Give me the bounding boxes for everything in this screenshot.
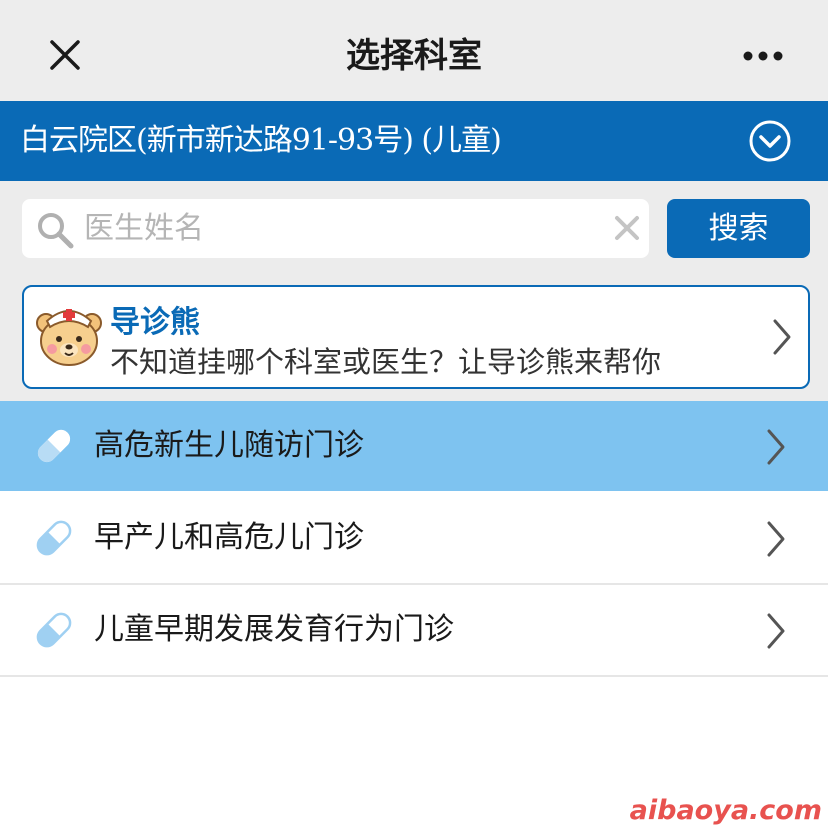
guide-description: 不知道挂哪个科室或医生？让导诊熊来帮你 bbox=[110, 345, 662, 379]
pill-icon bbox=[36, 612, 72, 648]
department-label: 早产儿和高危儿门诊 bbox=[94, 520, 364, 555]
campus-selector[interactable]: 白云院区(新市新达路91-93号) (儿童) bbox=[0, 101, 828, 181]
search-input[interactable] bbox=[84, 199, 584, 258]
bear-mascot-icon bbox=[36, 309, 102, 366]
page-title: 选择科室 bbox=[346, 36, 482, 76]
close-button[interactable] bbox=[36, 26, 94, 84]
more-dots-icon bbox=[743, 51, 783, 61]
clear-icon[interactable] bbox=[611, 212, 643, 244]
chevron-right-icon bbox=[773, 319, 791, 355]
department-label: 儿童早期发展发育行为门诊 bbox=[94, 612, 454, 647]
pill-icon bbox=[37, 429, 71, 463]
chevron-right-icon bbox=[767, 521, 785, 557]
guide-bear-card[interactable]: 导诊熊 不知道挂哪个科室或医生？让导诊熊来帮你 bbox=[22, 285, 810, 389]
top-bar: 选择科室 bbox=[0, 0, 828, 101]
chevron-down-circle-icon[interactable] bbox=[748, 119, 792, 163]
search-icon bbox=[38, 213, 74, 249]
search-button[interactable]: 搜索 bbox=[667, 199, 810, 258]
campus-name: 白云院区(新市新达路91-93号) (儿童) bbox=[20, 123, 502, 158]
chevron-right-icon bbox=[767, 613, 785, 649]
pill-icon bbox=[36, 520, 72, 556]
department-list: 高危新生儿随访门诊 早产儿和高危儿门诊 儿童早期发展发育行为门诊 bbox=[0, 401, 828, 677]
watermark: aibaoya.com bbox=[629, 795, 822, 826]
guide-title: 导诊熊 bbox=[110, 305, 200, 340]
department-item[interactable]: 早产儿和高危儿门诊 bbox=[0, 493, 828, 585]
department-item[interactable]: 高危新生儿随访门诊 bbox=[0, 401, 828, 493]
search-box bbox=[22, 199, 649, 258]
close-icon bbox=[50, 40, 80, 70]
search-area: 搜索 导诊熊 不知道挂哪个科室或医生？让导诊熊来帮你 bbox=[0, 181, 828, 401]
department-item[interactable]: 儿童早期发展发育行为门诊 bbox=[0, 585, 828, 677]
more-button[interactable] bbox=[728, 34, 798, 78]
department-label: 高危新生儿随访门诊 bbox=[94, 428, 364, 463]
chevron-right-icon bbox=[767, 429, 785, 465]
